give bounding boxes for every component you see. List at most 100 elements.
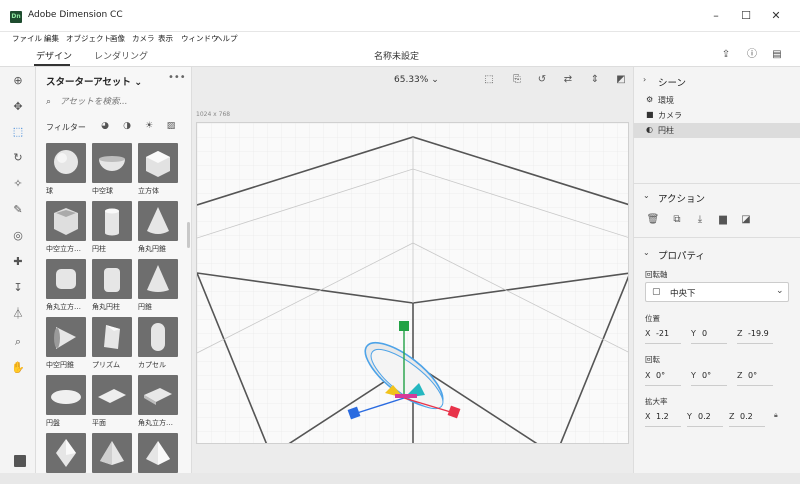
zoom-tool-icon[interactable]: ⌕ bbox=[10, 334, 26, 350]
asset-label: プリズム bbox=[92, 361, 120, 369]
model-icon: ◐ bbox=[646, 125, 653, 134]
properties-section-header[interactable]: ⌄ プロパティ bbox=[634, 244, 800, 264]
asset-item[interactable]: プリズム bbox=[92, 317, 132, 370]
trash-icon[interactable]: 🗑 bbox=[646, 213, 660, 227]
scene-item-camera[interactable]: ■ カメラ bbox=[634, 108, 800, 123]
group-icon[interactable]: ▆ bbox=[716, 213, 730, 227]
move-tool-icon[interactable]: ✚ bbox=[10, 254, 26, 270]
menu-object[interactable]: オブジェクト bbox=[66, 33, 111, 44]
material-filter-icon[interactable]: ◑ bbox=[121, 120, 133, 132]
pan-tool-icon[interactable]: ✋ bbox=[10, 360, 26, 376]
actions-section-header[interactable]: ⌄ アクション bbox=[634, 187, 800, 207]
asset-item[interactable] bbox=[46, 433, 86, 473]
asset-item[interactable]: 円柱 bbox=[92, 201, 132, 254]
camera-dolly-icon[interactable]: ⇕ bbox=[588, 73, 602, 87]
document-title: 名称未設定 bbox=[374, 52, 420, 62]
asset-label: 角丸立方… bbox=[46, 303, 81, 311]
chevron-down-icon: ⌄ bbox=[776, 286, 784, 296]
menu-help[interactable]: ヘルプ bbox=[215, 33, 238, 44]
asset-item[interactable] bbox=[92, 433, 132, 473]
asset-thumbnail bbox=[46, 259, 86, 299]
tab-design[interactable]: デザイン bbox=[36, 49, 72, 62]
place-on-ground-icon[interactable]: ⤓ bbox=[693, 213, 707, 227]
filter-row: フィルター ◕ ◑ ☀ ▨ bbox=[36, 117, 191, 135]
material-tool-icon[interactable]: ◎ bbox=[10, 228, 26, 244]
tab-render[interactable]: レンダリング bbox=[94, 49, 148, 62]
camera-bookmark-icon[interactable]: ⎘ bbox=[510, 73, 524, 87]
asset-item[interactable]: 球 bbox=[46, 143, 86, 196]
eyedropper-icon[interactable]: ✎ bbox=[10, 202, 26, 218]
menu-edit[interactable]: 編集 bbox=[44, 33, 59, 44]
menu-file[interactable]: ファイル bbox=[12, 33, 42, 44]
fit-canvas-icon[interactable]: ⬚ bbox=[482, 73, 496, 87]
menu-window[interactable]: ウィンドウ bbox=[181, 33, 219, 44]
asset-item[interactable]: 中空球 bbox=[92, 143, 132, 196]
search-input[interactable] bbox=[60, 94, 180, 110]
menu-image[interactable]: 画像 bbox=[110, 33, 125, 44]
filter-label: フィルター bbox=[46, 123, 86, 132]
asset-label: 角丸円錐 bbox=[138, 245, 166, 253]
asset-thumbnail bbox=[138, 433, 178, 473]
orbit-tool-icon[interactable]: ↻ bbox=[10, 150, 26, 166]
asset-item[interactable]: 円錐 bbox=[138, 259, 178, 312]
drop-to-ground-icon[interactable]: ↧ bbox=[10, 280, 26, 296]
scale-label: 拡大率 bbox=[645, 397, 668, 406]
assets-title[interactable]: スターターアセット ⌄ bbox=[46, 74, 142, 88]
asset-thumbnail bbox=[46, 143, 86, 183]
select-tool-icon[interactable]: ✥ bbox=[10, 99, 26, 115]
asset-item[interactable]: カプセル bbox=[138, 317, 178, 370]
close-button[interactable]: ✕ bbox=[768, 8, 784, 24]
image-filter-icon[interactable]: ▨ bbox=[165, 120, 177, 132]
menu-camera[interactable]: カメラ bbox=[132, 33, 155, 44]
asset-item[interactable]: 角丸立方… bbox=[46, 259, 86, 312]
asset-item[interactable]: 平面 bbox=[92, 375, 132, 428]
asset-item[interactable]: 角丸円柱 bbox=[92, 259, 132, 312]
camera-orbit-icon[interactable]: ↺ bbox=[535, 73, 549, 87]
asset-item[interactable]: 角丸立方… bbox=[138, 375, 178, 428]
scene-render bbox=[197, 123, 628, 443]
asset-item[interactable]: 中空円錐 bbox=[46, 317, 86, 370]
asset-item[interactable]: 中空立方… bbox=[46, 201, 86, 254]
pivot-icon: ▢ bbox=[652, 287, 661, 297]
help-icon[interactable]: ⓘ bbox=[745, 48, 759, 62]
asset-thumbnail bbox=[92, 201, 132, 241]
minimize-button[interactable]: – bbox=[708, 8, 724, 24]
asset-item[interactable]: 角丸円錐 bbox=[138, 201, 178, 254]
scrollbar-thumb[interactable] bbox=[187, 222, 190, 248]
zoom-dropdown[interactable]: 65.33% ⌄ bbox=[394, 75, 439, 85]
light-filter-icon[interactable]: ☀ bbox=[143, 120, 155, 132]
asset-label: 円柱 bbox=[92, 245, 106, 253]
share-icon[interactable]: ⇪ bbox=[719, 48, 733, 62]
asset-thumbnail bbox=[138, 375, 178, 415]
more-options-icon[interactable]: ••• bbox=[168, 72, 186, 83]
duplicate-icon[interactable]: ⧉ bbox=[670, 213, 684, 227]
panel-toggle-icon[interactable] bbox=[14, 455, 26, 467]
scene-item-cylinder[interactable]: ◐ 円柱 bbox=[634, 123, 800, 138]
camera-pan-icon[interactable]: ⇄ bbox=[561, 73, 575, 87]
model-filter-icon[interactable]: ◕ bbox=[99, 120, 111, 132]
scene-item-environment[interactable]: ⚙ 環境 bbox=[634, 93, 800, 108]
chevron-down-icon: ⌄ bbox=[643, 248, 650, 257]
asset-item[interactable]: 円盤 bbox=[46, 375, 86, 428]
feedback-icon[interactable]: ▤ bbox=[770, 48, 784, 62]
export-icon[interactable]: ◪ bbox=[739, 213, 753, 227]
render-preview-icon[interactable]: ◩ bbox=[614, 73, 628, 87]
magic-wand-icon[interactable]: ✧ bbox=[10, 176, 26, 192]
asset-label: 中空円錐 bbox=[46, 361, 74, 369]
divider bbox=[634, 237, 800, 238]
asset-thumbnail bbox=[92, 259, 132, 299]
asset-thumbnail bbox=[92, 375, 132, 415]
scene-section-header[interactable]: › シーン bbox=[634, 71, 800, 91]
lock-icon[interactable]: 🔒︎ bbox=[774, 411, 778, 420]
add-content-icon[interactable]: ⊕ bbox=[10, 73, 26, 89]
menu-view[interactable]: 表示 bbox=[158, 33, 173, 44]
pivot-dropdown[interactable]: ▢ 中央下 ⌄ bbox=[645, 282, 789, 302]
asset-item[interactable] bbox=[138, 433, 178, 473]
right-panel: › シーン ⚙ 環境 ■ カメラ ◐ 円柱 ⌄ アクション 🗑 ⧉ ⤓ ▆ ◪ … bbox=[633, 67, 800, 473]
y-axis-handle[interactable] bbox=[399, 321, 409, 331]
select-box-tool-icon[interactable]: ⬚ bbox=[10, 124, 26, 140]
3d-canvas[interactable] bbox=[196, 122, 629, 444]
asset-item[interactable]: 立方体 bbox=[138, 143, 178, 196]
maximize-button[interactable]: ☐ bbox=[738, 8, 754, 24]
camera-orbit-icon[interactable]: ⏃ bbox=[10, 306, 26, 322]
